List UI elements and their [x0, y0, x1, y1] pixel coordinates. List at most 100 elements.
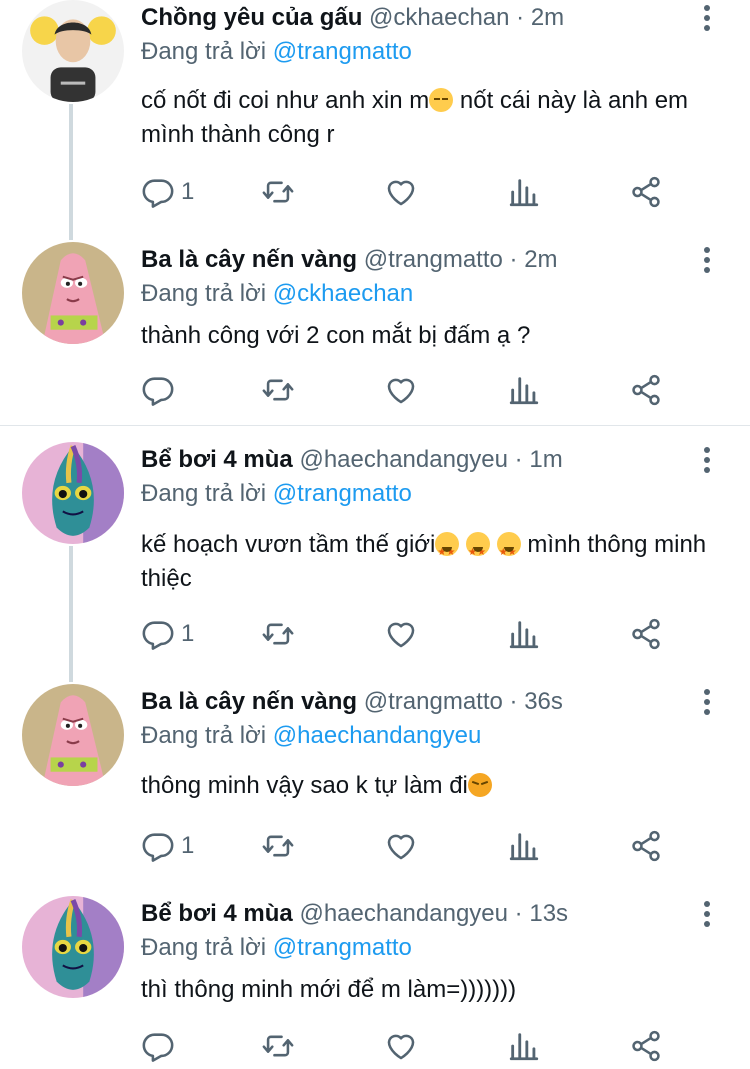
timestamp[interactable]: 2m	[531, 4, 564, 31]
like-button[interactable]	[384, 826, 418, 866]
display-name[interactable]: Ba là cây nến vàng	[141, 246, 357, 273]
reply-mention-link[interactable]: @ckhaechan	[273, 280, 413, 307]
person-avatar-icon	[22, 0, 124, 102]
avatar[interactable]	[22, 684, 124, 786]
separator-dot: ·	[509, 688, 518, 715]
more-options-icon[interactable]	[694, 445, 720, 475]
retweet-button[interactable]	[261, 614, 295, 654]
reply-mention-link[interactable]: @trangmatto	[273, 480, 412, 507]
share-icon	[629, 829, 663, 863]
user-handle[interactable]: @ckhaechan	[369, 4, 509, 31]
reply-button[interactable]	[141, 370, 181, 410]
reply-count: 1	[181, 178, 195, 205]
avatar[interactable]	[22, 242, 124, 344]
reply-mention-link[interactable]: @trangmatto	[273, 934, 412, 961]
share-button[interactable]	[629, 614, 663, 654]
user-handle[interactable]: @haechandangyeu	[299, 446, 508, 473]
reply-icon	[141, 1029, 175, 1063]
more-options-icon[interactable]	[694, 899, 720, 929]
views-button[interactable]	[507, 172, 541, 212]
retweet-icon	[261, 175, 295, 209]
retweet-icon	[261, 829, 295, 863]
more-options-icon[interactable]	[694, 687, 720, 717]
timestamp[interactable]: 13s	[529, 900, 568, 927]
share-button[interactable]	[629, 370, 663, 410]
tweet-actions	[141, 1026, 701, 1066]
tweet[interactable]: Bể bơi 4 mùa @haechandangyeu · 1m Đang t…	[0, 442, 750, 672]
tweet[interactable]: Ba là cây nến vàng @trangmatto · 36s Đan…	[0, 684, 750, 874]
reply-button[interactable]: 1	[141, 826, 194, 866]
tweet[interactable]: Chồng yêu của gấu @ckhaechan · 2m Đang t…	[0, 0, 750, 230]
replying-to-label: Đang trả lời	[141, 38, 267, 65]
display-name[interactable]: Bể bơi 4 mùa	[141, 900, 293, 927]
star-struck-emoji-icon	[466, 532, 491, 570]
reply-mention-link[interactable]: @trangmatto	[273, 38, 412, 65]
reply-icon	[141, 829, 175, 863]
timestamp[interactable]: 36s	[524, 688, 563, 715]
display-name[interactable]: Chồng yêu của gấu	[141, 4, 362, 31]
share-button[interactable]	[629, 826, 663, 866]
avatar[interactable]	[22, 442, 124, 544]
replying-to: Đang trả lời @trangmatto	[141, 933, 412, 963]
share-button[interactable]	[629, 172, 663, 212]
heart-icon	[384, 1029, 418, 1063]
share-button[interactable]	[629, 1026, 663, 1066]
user-handle[interactable]: @haechandangyeu	[299, 900, 508, 927]
retweet-button[interactable]	[261, 1026, 295, 1066]
views-button[interactable]	[507, 614, 541, 654]
retweet-icon	[261, 373, 295, 407]
retweet-icon	[261, 617, 295, 651]
replying-to: Đang trả lời @trangmatto	[141, 479, 412, 509]
timestamp[interactable]: 2m	[524, 246, 557, 273]
like-button[interactable]	[384, 1026, 418, 1066]
like-button[interactable]	[384, 614, 418, 654]
display-name[interactable]: Bể bơi 4 mùa	[141, 446, 293, 473]
pensive-face-emoji-icon	[429, 88, 454, 112]
separator-dot: ·	[514, 900, 523, 927]
user-handle[interactable]: @trangmatto	[364, 688, 503, 715]
fish-avatar-icon	[22, 442, 124, 544]
reply-button[interactable]: 1	[141, 172, 194, 212]
retweet-icon	[261, 1029, 295, 1063]
patrick-avatar-icon	[22, 684, 124, 786]
like-button[interactable]	[384, 370, 418, 410]
more-options-icon[interactable]	[694, 245, 720, 275]
reply-count: 1	[181, 832, 195, 859]
views-button[interactable]	[507, 370, 541, 410]
tweet[interactable]: Bể bơi 4 mùa @haechandangyeu · 13s Đang …	[0, 896, 750, 1069]
more-options-icon[interactable]	[694, 3, 720, 33]
retweet-button[interactable]	[261, 826, 295, 866]
timestamp[interactable]: 1m	[529, 446, 562, 473]
display-name[interactable]: Ba là cây nến vàng	[141, 688, 357, 715]
tweet-text: thông minh vậy sao k tự làm đi	[141, 769, 731, 803]
views-icon	[507, 829, 541, 863]
avatar[interactable]	[22, 896, 124, 998]
tweet-text: thành công với 2 con mắt bị đấm ạ ?	[141, 322, 531, 349]
heart-icon	[384, 175, 418, 209]
tweet-text-part: thông minh vậy sao k tự làm đi	[141, 772, 468, 799]
replying-to: Đang trả lời @trangmatto	[141, 37, 412, 67]
tweet-actions: 1	[141, 614, 701, 654]
reply-button[interactable]	[141, 1026, 181, 1066]
replying-to-label: Đang trả lời	[141, 280, 267, 307]
like-button[interactable]	[384, 172, 418, 212]
views-button[interactable]	[507, 1026, 541, 1066]
user-handle[interactable]: @trangmatto	[364, 246, 503, 273]
reply-mention-link[interactable]: @haechandangyeu	[273, 722, 482, 749]
separator-dot: ·	[509, 246, 518, 273]
tweet-header: Bể bơi 4 mùa @haechandangyeu · 1m	[141, 445, 563, 475]
reply-count: 1	[181, 620, 195, 647]
reply-button[interactable]: 1	[141, 614, 194, 654]
tweet-actions	[141, 370, 701, 410]
retweet-button[interactable]	[261, 370, 295, 410]
tweet-text-part: cố nốt đi coi như anh xin m	[141, 87, 430, 114]
avatar[interactable]	[22, 0, 124, 102]
share-icon	[629, 373, 663, 407]
share-icon	[629, 175, 663, 209]
views-button[interactable]	[507, 826, 541, 866]
tweet[interactable]: Ba là cây nến vàng @trangmatto · 2m Đang…	[0, 240, 750, 424]
reply-icon	[141, 373, 175, 407]
retweet-button[interactable]	[261, 172, 295, 212]
tweet-header: Ba là cây nến vàng @trangmatto · 36s	[141, 687, 563, 717]
separator-dot: ·	[514, 446, 523, 473]
